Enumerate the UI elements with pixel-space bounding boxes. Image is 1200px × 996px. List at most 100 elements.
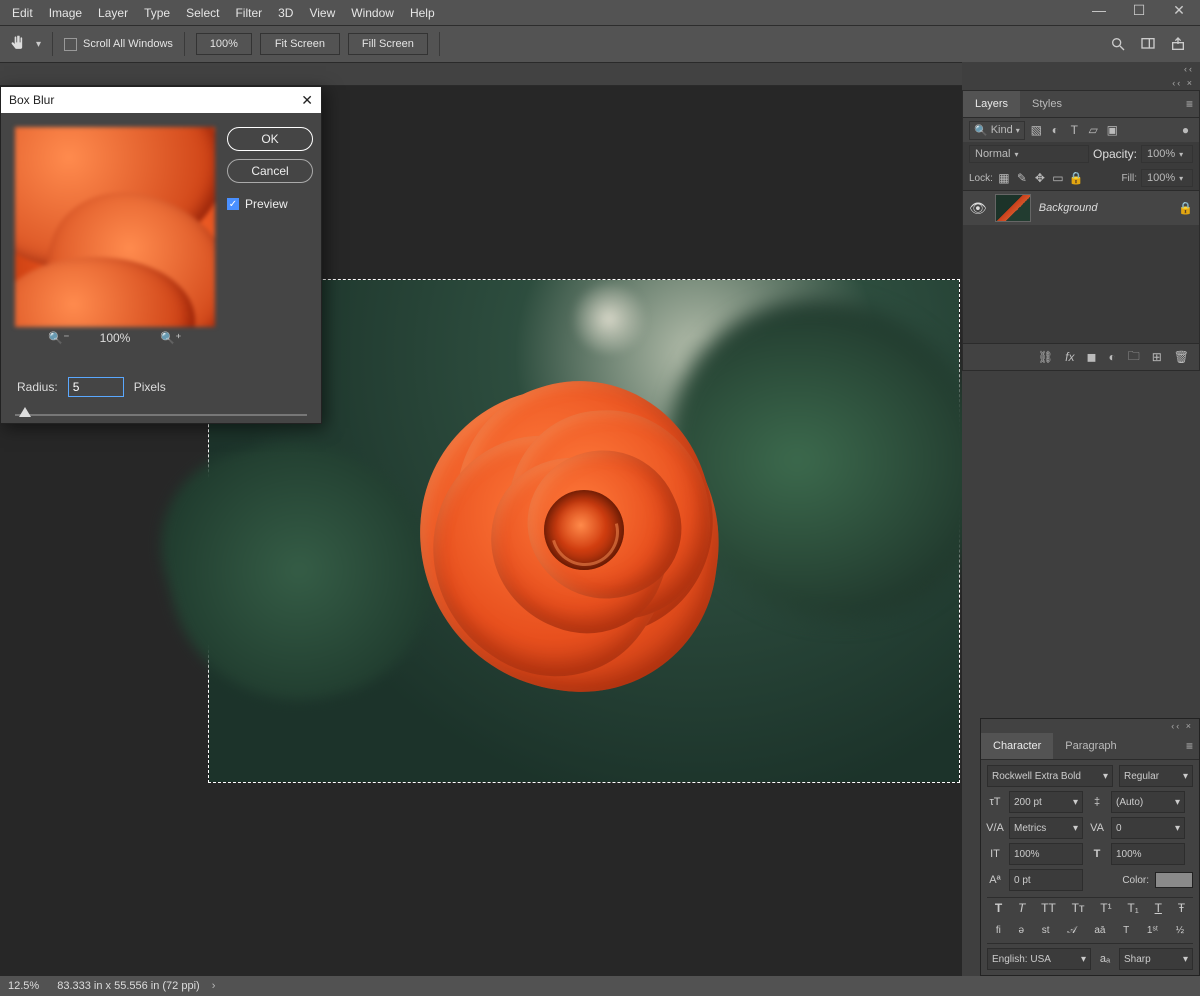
first-button[interactable]: 1ˢᵗ [1147,925,1158,936]
menu-3d[interactable]: 3D [270,6,301,20]
strike-button[interactable]: Ŧ [1178,901,1185,915]
layer-lock-icon[interactable]: 🔒 [1178,201,1193,215]
panel-menu-icon[interactable]: ≡ [1186,97,1193,111]
ordinals-button[interactable]: aā [1094,925,1105,936]
filter-toggle-icon[interactable]: ● [1178,123,1193,138]
dialog-preview[interactable] [15,127,215,327]
panel-collapse-icon[interactable]: ‹‹ × [981,719,1199,733]
menu-select[interactable]: Select [178,6,227,20]
radius-input[interactable] [68,377,124,397]
menu-help[interactable]: Help [402,6,443,20]
bold-button[interactable]: T [995,901,1002,915]
layer-thumbnail[interactable] [995,194,1031,222]
fractions-button[interactable]: ½ [1176,925,1184,936]
search-icon[interactable] [1110,36,1126,52]
subscript-button[interactable]: T₁ [1127,901,1138,915]
swash-button[interactable]: 𝒜 [1067,925,1076,936]
lock-all-icon[interactable]: 🔒 [1069,171,1083,185]
fit-screen-button[interactable]: Fit Screen [260,33,340,55]
allcaps-button[interactable]: TT [1041,901,1056,915]
hand-tool-icon[interactable] [8,34,28,54]
status-zoom[interactable]: 12.5% [8,980,39,992]
italic-button[interactable]: T [1018,901,1025,915]
status-doc-info[interactable]: 83.333 in x 55.556 in (72 ppi) [57,980,200,992]
smallcaps-button[interactable]: Tᴛ [1072,901,1085,915]
filter-image-icon[interactable]: ▧ [1029,123,1044,138]
contextual-button[interactable]: ə [1019,925,1025,936]
lock-pixels-icon[interactable]: ▦ [997,171,1011,185]
new-layer-icon[interactable]: ⊞ [1152,350,1162,364]
lock-brush-icon[interactable]: ✎ [1015,171,1029,185]
menu-view[interactable]: View [301,6,343,20]
layer-filter-dropdown[interactable]: 🔍 Kind ▾ [969,121,1025,140]
group-icon[interactable]: 🗀 [1128,347,1140,368]
share-icon[interactable] [1170,36,1186,52]
opacity-field[interactable]: 100%▾ [1141,145,1193,163]
status-caret-icon[interactable]: › [212,980,216,992]
underline-button[interactable]: T [1155,901,1162,915]
layer-name[interactable]: Background [1039,202,1098,214]
tab-paragraph[interactable]: Paragraph [1053,733,1128,759]
window-close-icon[interactable]: ✕ [1164,0,1194,20]
panel-collapse-icon[interactable]: ‹‹ [962,62,1200,76]
delete-layer-icon[interactable]: 🗑 [1174,350,1189,364]
tab-styles[interactable]: Styles [1020,91,1074,117]
fill-field[interactable]: 100%▾ [1141,169,1193,187]
font-family-dropdown[interactable]: Rockwell Extra Bold▾ [987,765,1113,787]
zoom-in-icon[interactable]: 🔍⁺ [160,331,181,345]
baseline-field[interactable]: 0 pt [1009,869,1083,891]
tool-preset-chevron-icon[interactable]: ▾ [36,39,41,50]
filter-shape-icon[interactable]: ▱ [1086,123,1101,138]
kerning-field[interactable]: Metrics▾ [1009,817,1083,839]
font-size-field[interactable]: 200 pt▾ [1009,791,1083,813]
layers-empty-area[interactable] [963,225,1199,343]
ligatures-button[interactable]: fi [996,925,1001,936]
filter-smart-icon[interactable]: ▣ [1105,123,1120,138]
ok-button[interactable]: OK [227,127,313,151]
font-style-dropdown[interactable]: Regular▾ [1119,765,1193,787]
menu-type[interactable]: Type [136,6,178,20]
menu-edit[interactable]: Edit [4,6,41,20]
zoom-level-button[interactable]: 100% [196,33,252,55]
filter-type-icon[interactable]: T [1067,123,1082,138]
stylistic-button[interactable]: st [1042,925,1050,936]
workspace-icon[interactable] [1140,36,1156,52]
dialog-close-icon[interactable]: ✕ [301,92,313,109]
fill-screen-button[interactable]: Fill Screen [348,33,428,55]
menu-window[interactable]: Window [343,6,402,20]
filter-adjust-icon[interactable]: ◐ [1048,123,1063,138]
lock-move-icon[interactable]: ✥ [1033,171,1047,185]
zoom-out-icon[interactable]: 🔍⁻ [48,331,69,345]
menu-image[interactable]: Image [41,6,90,20]
blend-mode-dropdown[interactable]: Normal▾ [969,145,1089,163]
radius-slider[interactable] [15,405,307,419]
preview-checkbox[interactable]: ✓Preview [227,197,288,211]
hscale-field[interactable]: 100% [1111,843,1185,865]
adjustment-icon[interactable]: ◐ [1108,350,1115,364]
window-minimize-icon[interactable]: — [1084,0,1114,20]
layer-fx-icon[interactable]: fx [1065,350,1074,364]
superscript-button[interactable]: T¹ [1100,901,1111,915]
layer-row-background[interactable]: 👁 Background 🔒 [963,191,1199,225]
tracking-field[interactable]: 0▾ [1111,817,1185,839]
lock-artboard-icon[interactable]: ▭ [1051,171,1065,185]
box-blur-dialog: Box Blur ✕ 🔍⁻ 100% 🔍⁺ OK Cancel ✓Preview… [0,86,322,424]
link-layers-icon[interactable]: ⛓ [1038,350,1053,364]
panel-menu-icon[interactable]: ≡ [1186,739,1193,753]
menu-filter[interactable]: Filter [227,6,270,20]
visibility-eye-icon[interactable]: 👁 [969,200,987,217]
tab-layers[interactable]: Layers [963,91,1020,117]
window-restore-icon[interactable]: ☐ [1124,0,1154,20]
leading-field[interactable]: (Auto)▾ [1111,791,1185,813]
tab-character[interactable]: Character [981,733,1053,759]
menu-layer[interactable]: Layer [90,6,136,20]
language-dropdown[interactable]: English: USA▾ [987,948,1091,970]
vscale-field[interactable]: 100% [1009,843,1083,865]
layer-mask-icon[interactable]: ◼ [1086,350,1096,364]
scroll-all-windows-checkbox[interactable]: Scroll All Windows [64,38,173,51]
panel-collapse-icon[interactable]: ‹‹ × [962,76,1200,90]
cancel-button[interactable]: Cancel [227,159,313,183]
titling-button[interactable]: T [1123,925,1129,936]
antialias-dropdown[interactable]: Sharp▾ [1119,948,1193,970]
text-color-swatch[interactable] [1155,872,1193,888]
